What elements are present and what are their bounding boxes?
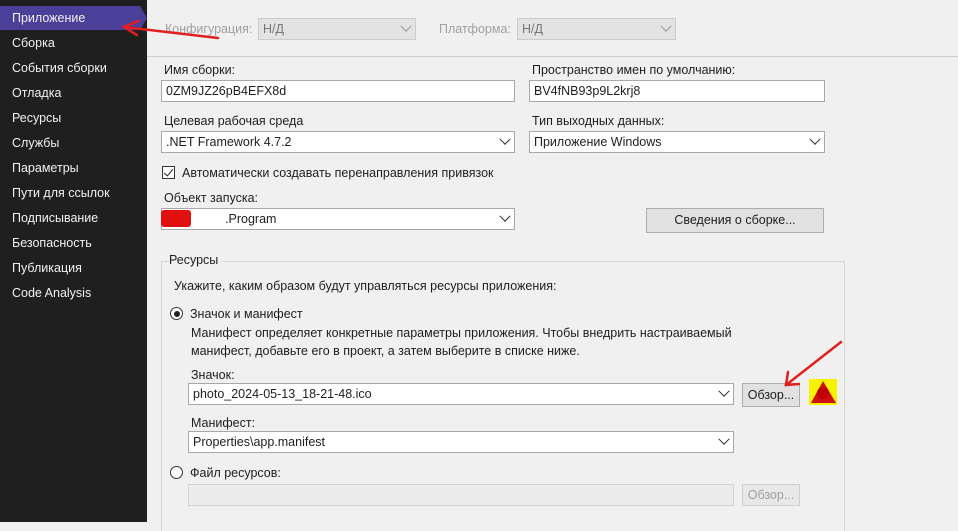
assembly-name-input[interactable]: 0ZM9JZ26pB4EFX8d (161, 80, 515, 102)
icon-dropdown[interactable]: photo_2024-05-13_18-21-48.ico (188, 383, 734, 405)
startup-object-label: Объект запуска: (164, 191, 259, 205)
platform-label: Платформа: (439, 22, 511, 36)
app-icon-preview (809, 379, 837, 405)
sidebar-item-resources[interactable]: Ресурсы (0, 106, 147, 130)
chevron-down-icon (809, 133, 821, 145)
icon-value: photo_2024-05-13_18-21-48.ico (193, 387, 372, 401)
browse-icon-button[interactable]: Обзор... (742, 383, 800, 407)
default-namespace-label: Пространство имен по умолчанию: (532, 63, 736, 77)
manifest-dropdown[interactable]: Properties\app.manifest (188, 431, 734, 453)
startup-object-dropdown[interactable]: .Program (161, 208, 515, 230)
sidebar-item-reference-paths[interactable]: Пути для ссылок (0, 181, 147, 205)
sidebar-item-build-events[interactable]: События сборки (0, 56, 147, 80)
target-framework-dropdown[interactable]: .NET Framework 4.7.2 (161, 131, 515, 153)
chevron-down-icon (400, 20, 412, 32)
binding-redirects-label[interactable]: Автоматически создавать перенаправления … (182, 166, 494, 180)
output-type-dropdown[interactable]: Приложение Windows (529, 131, 825, 153)
browse-resource-button[interactable]: Обзор... (742, 484, 800, 506)
sidebar: Приложение Сборка События сборки Отладка… (0, 0, 147, 522)
manifest-description-line2: манифест, добавьте его в проект, а затем… (191, 344, 580, 358)
resources-instruction: Укажите, каким образом будут управляться… (174, 279, 557, 293)
target-framework-value: .NET Framework 4.7.2 (166, 135, 292, 149)
chevron-down-icon (499, 133, 511, 145)
chevron-down-icon (718, 433, 730, 445)
divider (147, 56, 958, 57)
output-type-label: Тип выходных данных: (532, 114, 665, 128)
configuration-value: Н/Д (263, 22, 284, 36)
output-type-value: Приложение Windows (534, 135, 662, 149)
manifest-value: Properties\app.manifest (193, 435, 326, 449)
sidebar-item-publish[interactable]: Публикация (0, 256, 147, 280)
sidebar-item-services[interactable]: Службы (0, 131, 147, 155)
configuration-dropdown[interactable]: Н/Д (258, 18, 416, 40)
chevron-down-icon (718, 385, 730, 397)
icon-manifest-label[interactable]: Значок и манифест (190, 307, 303, 321)
properties-panel: Конфигурация: Н/Д Платформа: Н/Д Имя сбо… (147, 0, 958, 531)
resource-file-label[interactable]: Файл ресурсов: (190, 466, 281, 480)
assembly-name-label: Имя сборки: (164, 63, 236, 77)
sidebar-item-signing[interactable]: Подписывание (0, 206, 147, 230)
assembly-info-button[interactable]: Сведения о сборке... (646, 208, 824, 233)
platform-dropdown[interactable]: Н/Д (517, 18, 676, 40)
manifest-description-line1: Манифест определяет конкретные параметры… (191, 326, 732, 340)
redaction-mark (161, 210, 191, 227)
configuration-label: Конфигурация: (165, 22, 253, 36)
icon-label: Значок: (191, 368, 235, 382)
icon-manifest-radio[interactable] (170, 307, 183, 320)
target-framework-label: Целевая рабочая среда (164, 114, 304, 128)
sidebar-item-debug[interactable]: Отладка (0, 81, 147, 105)
manifest-label: Манифест: (191, 416, 256, 430)
binding-redirects-checkbox[interactable] (162, 166, 175, 179)
sidebar-item-code-analysis[interactable]: Code Analysis (0, 281, 147, 305)
sidebar-item-settings[interactable]: Параметры (0, 156, 147, 180)
sidebar-item-security[interactable]: Безопасность (0, 231, 147, 255)
default-namespace-input[interactable]: BV4fNB93p9L2krj8 (529, 80, 825, 102)
sidebar-item-build[interactable]: Сборка (0, 31, 147, 55)
sidebar-item-application[interactable]: Приложение (0, 6, 147, 30)
chevron-down-icon (660, 20, 672, 32)
resource-file-radio[interactable] (170, 466, 183, 479)
resource-file-input[interactable] (188, 484, 734, 506)
chevron-down-icon (499, 210, 511, 222)
resources-group-label: Ресурсы (169, 253, 223, 267)
platform-value: Н/Д (522, 22, 543, 36)
